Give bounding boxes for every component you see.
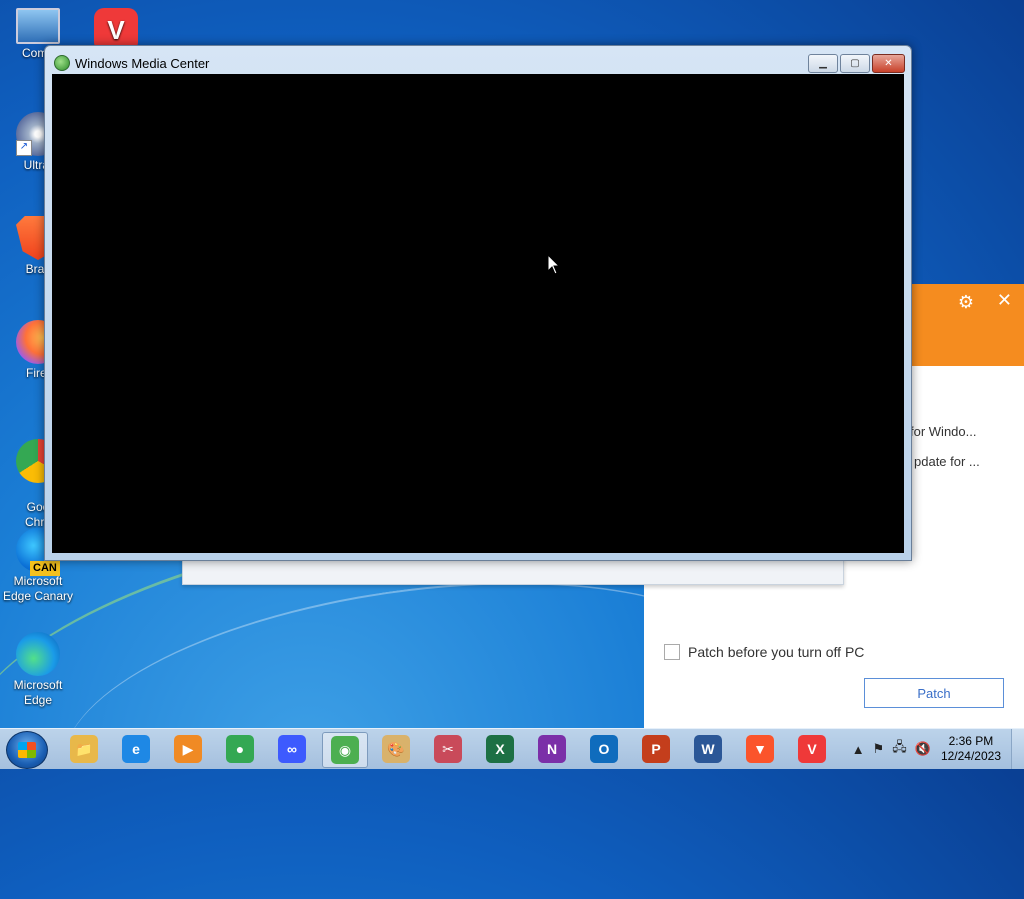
maximize-button[interactable]: ▢ [840, 54, 870, 73]
mouse-cursor-icon [547, 254, 561, 275]
brave-icon: ▼ [746, 735, 774, 763]
media-player-icon: ▶ [174, 735, 202, 763]
show-hidden-icons-icon[interactable]: ▲ [852, 742, 865, 757]
excel-icon: X [486, 735, 514, 763]
taskbar-powerpoint[interactable]: P [634, 732, 678, 766]
network-icon[interactable]: 🖧 [892, 738, 907, 760]
media-center-content[interactable] [52, 74, 904, 553]
clock[interactable]: 2:36 PM 12/24/2023 [941, 734, 1001, 764]
checkbox-label: Patch before you turn off PC [688, 644, 865, 660]
powerpoint-icon: P [642, 735, 670, 763]
close-button[interactable]: ✕ [872, 54, 905, 73]
taskbar-snipping-tool[interactable]: ✂ [426, 732, 470, 766]
infinity-app-icon: ∞ [278, 735, 306, 763]
window-controls: ▁ ▢ ✕ [808, 54, 905, 73]
checkbox-box[interactable] [664, 644, 680, 660]
shortcut-arrow-icon: ↗ [16, 140, 32, 156]
patch-item-1: for Windo... [910, 424, 977, 439]
snipping-tool-icon: ✂ [434, 735, 462, 763]
start-button[interactable] [6, 731, 48, 769]
patch-button[interactable]: Patch [864, 678, 1004, 708]
taskbar-chrome[interactable]: ● [218, 732, 262, 766]
taskbar: 📁 e ▶ ● ∞ ◉ 🎨 ✂ X N O P W ▼ V ▲ ⚑ 🖧 🔇 2:36 PM 12/24/20… [0, 728, 1024, 769]
media-center-logo-icon [54, 55, 70, 71]
canary-badge: CAN [30, 561, 60, 576]
onenote-icon: N [538, 735, 566, 763]
explorer-icon: 📁 [70, 735, 98, 763]
minimize-button[interactable]: ▁ [808, 54, 838, 73]
volume-muted-icon[interactable]: 🔇 [915, 741, 931, 757]
media-center-icon: ◉ [331, 736, 359, 764]
taskbar-excel[interactable]: X [478, 732, 522, 766]
desktop-icon-label: Microsoft Edge Canary [2, 574, 74, 603]
system-tray: ▲ ⚑ 🖧 🔇 2:36 PM 12/24/2023 [848, 729, 1024, 769]
taskbar-media-center[interactable]: ◉ [322, 732, 368, 768]
patch-item-2: pdate for ... [914, 454, 980, 469]
taskbar-word[interactable]: W [686, 732, 730, 766]
taskbar-vivaldi[interactable]: V [790, 732, 834, 766]
outlook-icon: O [590, 735, 618, 763]
computer-icon [16, 8, 60, 44]
action-center-flag-icon[interactable]: ⚑ [873, 741, 885, 757]
window-title: Windows Media Center [75, 56, 210, 71]
show-desktop-button[interactable] [1011, 729, 1024, 769]
vivaldi-icon: V [798, 735, 826, 763]
word-icon: W [694, 735, 722, 763]
desktop-icon-edge[interactable]: Microsoft Edge [0, 632, 76, 708]
edge-icon [16, 632, 60, 676]
taskbar-media-player[interactable]: ▶ [166, 732, 210, 766]
taskbar-paint[interactable]: 🎨 [374, 732, 418, 766]
patch-before-shutdown-checkbox[interactable]: Patch before you turn off PC [664, 644, 864, 660]
taskbar-internet-explorer[interactable]: e [114, 732, 158, 766]
taskbar-onenote[interactable]: N [530, 732, 574, 766]
taskbar-brave[interactable]: ▼ [738, 732, 782, 766]
taskbar-outlook[interactable]: O [582, 732, 626, 766]
paint-icon: 🎨 [382, 735, 410, 763]
chrome-icon: ● [226, 735, 254, 763]
desktop-icon-label: Microsoft Edge [13, 678, 63, 707]
gear-icon[interactable]: ⚙ [958, 292, 974, 313]
windows-logo-icon [18, 742, 36, 758]
close-icon[interactable]: ✕ [997, 290, 1012, 311]
taskbar-infinity-app[interactable]: ∞ [270, 732, 314, 766]
taskbar-explorer[interactable]: 📁 [62, 732, 106, 766]
internet-explorer-icon: e [122, 735, 150, 763]
clock-date: 12/24/2023 [940, 749, 1001, 763]
media-center-window[interactable]: Windows Media Center ▁ ▢ ✕ [44, 45, 912, 561]
clock-time: 2:36 PM [948, 734, 994, 748]
